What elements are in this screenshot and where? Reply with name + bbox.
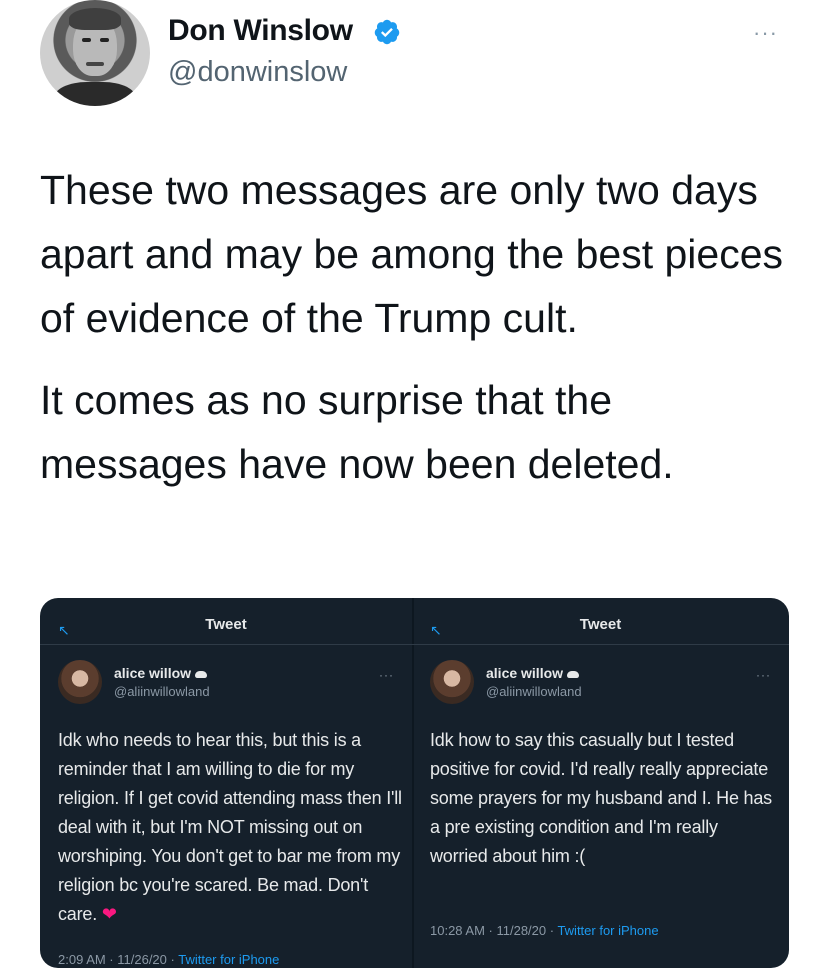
screenshot-author-name-text: alice willow	[486, 665, 564, 681]
screenshot-author-name-text: alice willow	[114, 665, 192, 681]
author-handle[interactable]: @donwinslow	[168, 56, 347, 89]
avatar-eye	[100, 38, 109, 42]
screenshot-header-divider	[412, 644, 789, 645]
screenshot-time: 10:28 AM · 11/28/20 ·	[430, 923, 558, 938]
avatar-eye	[82, 38, 91, 42]
screenshot-tweet-text: Idk how to say this casually but I teste…	[430, 730, 772, 866]
screenshot-avatar	[58, 660, 102, 704]
cloud-icon	[195, 670, 208, 678]
screenshot-author-name: alice willow	[114, 665, 208, 681]
screenshot-panel-left: ↖ Tweet alice willow @aliinwillowland ··…	[40, 598, 412, 968]
screenshot-panel-right: ↖ Tweet alice willow @aliinwillowland ··…	[412, 598, 789, 968]
screenshot-author-name: alice willow	[486, 665, 580, 681]
author-name[interactable]: Don Winslow	[168, 14, 353, 48]
screenshot-source: Twitter for iPhone	[178, 952, 280, 967]
tweet-body: These two messages are only two days apa…	[40, 158, 800, 496]
avatar-hair	[69, 8, 121, 30]
screenshot-timestamp: 10:28 AM · 11/28/20 · Twitter for iPhone	[430, 923, 659, 938]
screenshot-header-title: Tweet	[205, 616, 247, 633]
cloud-icon	[567, 670, 580, 678]
avatar-mouth	[86, 62, 104, 66]
media-image[interactable]: ↖ Tweet alice willow @aliinwillowland ··…	[40, 598, 789, 968]
screenshot-tweet-text-content: Idk who needs to hear this, but this is …	[58, 730, 402, 924]
tweet-paragraph: It comes as no surprise that the message…	[40, 377, 674, 487]
profile-avatar[interactable]	[40, 0, 150, 106]
screenshot-time: 2:09 AM · 11/26/20 ·	[58, 952, 179, 967]
verified-badge-icon	[374, 19, 400, 45]
screenshot-author-handle: @aliinwillowland	[486, 684, 582, 699]
screenshot-timestamp: 2:09 AM · 11/26/20 · Twitter for iPhone	[58, 952, 279, 967]
screenshot-author-handle: @aliinwillowland	[114, 684, 210, 699]
screenshot-avatar	[430, 660, 474, 704]
screenshot-source: Twitter for iPhone	[557, 923, 659, 938]
screenshot-tweet-text: Idk who needs to hear this, but this is …	[58, 726, 404, 929]
screenshot-header-title: Tweet	[579, 616, 622, 633]
tweet-paragraph: These two messages are only two days apa…	[40, 167, 784, 341]
screenshot-more-icon: ···	[756, 668, 771, 682]
heart-icon: ❤	[101, 904, 117, 924]
screenshot-header-divider	[40, 644, 412, 645]
more-options-icon[interactable]: ···	[753, 20, 778, 46]
avatar-collar	[54, 82, 136, 106]
screenshot-more-icon: ···	[379, 668, 394, 682]
